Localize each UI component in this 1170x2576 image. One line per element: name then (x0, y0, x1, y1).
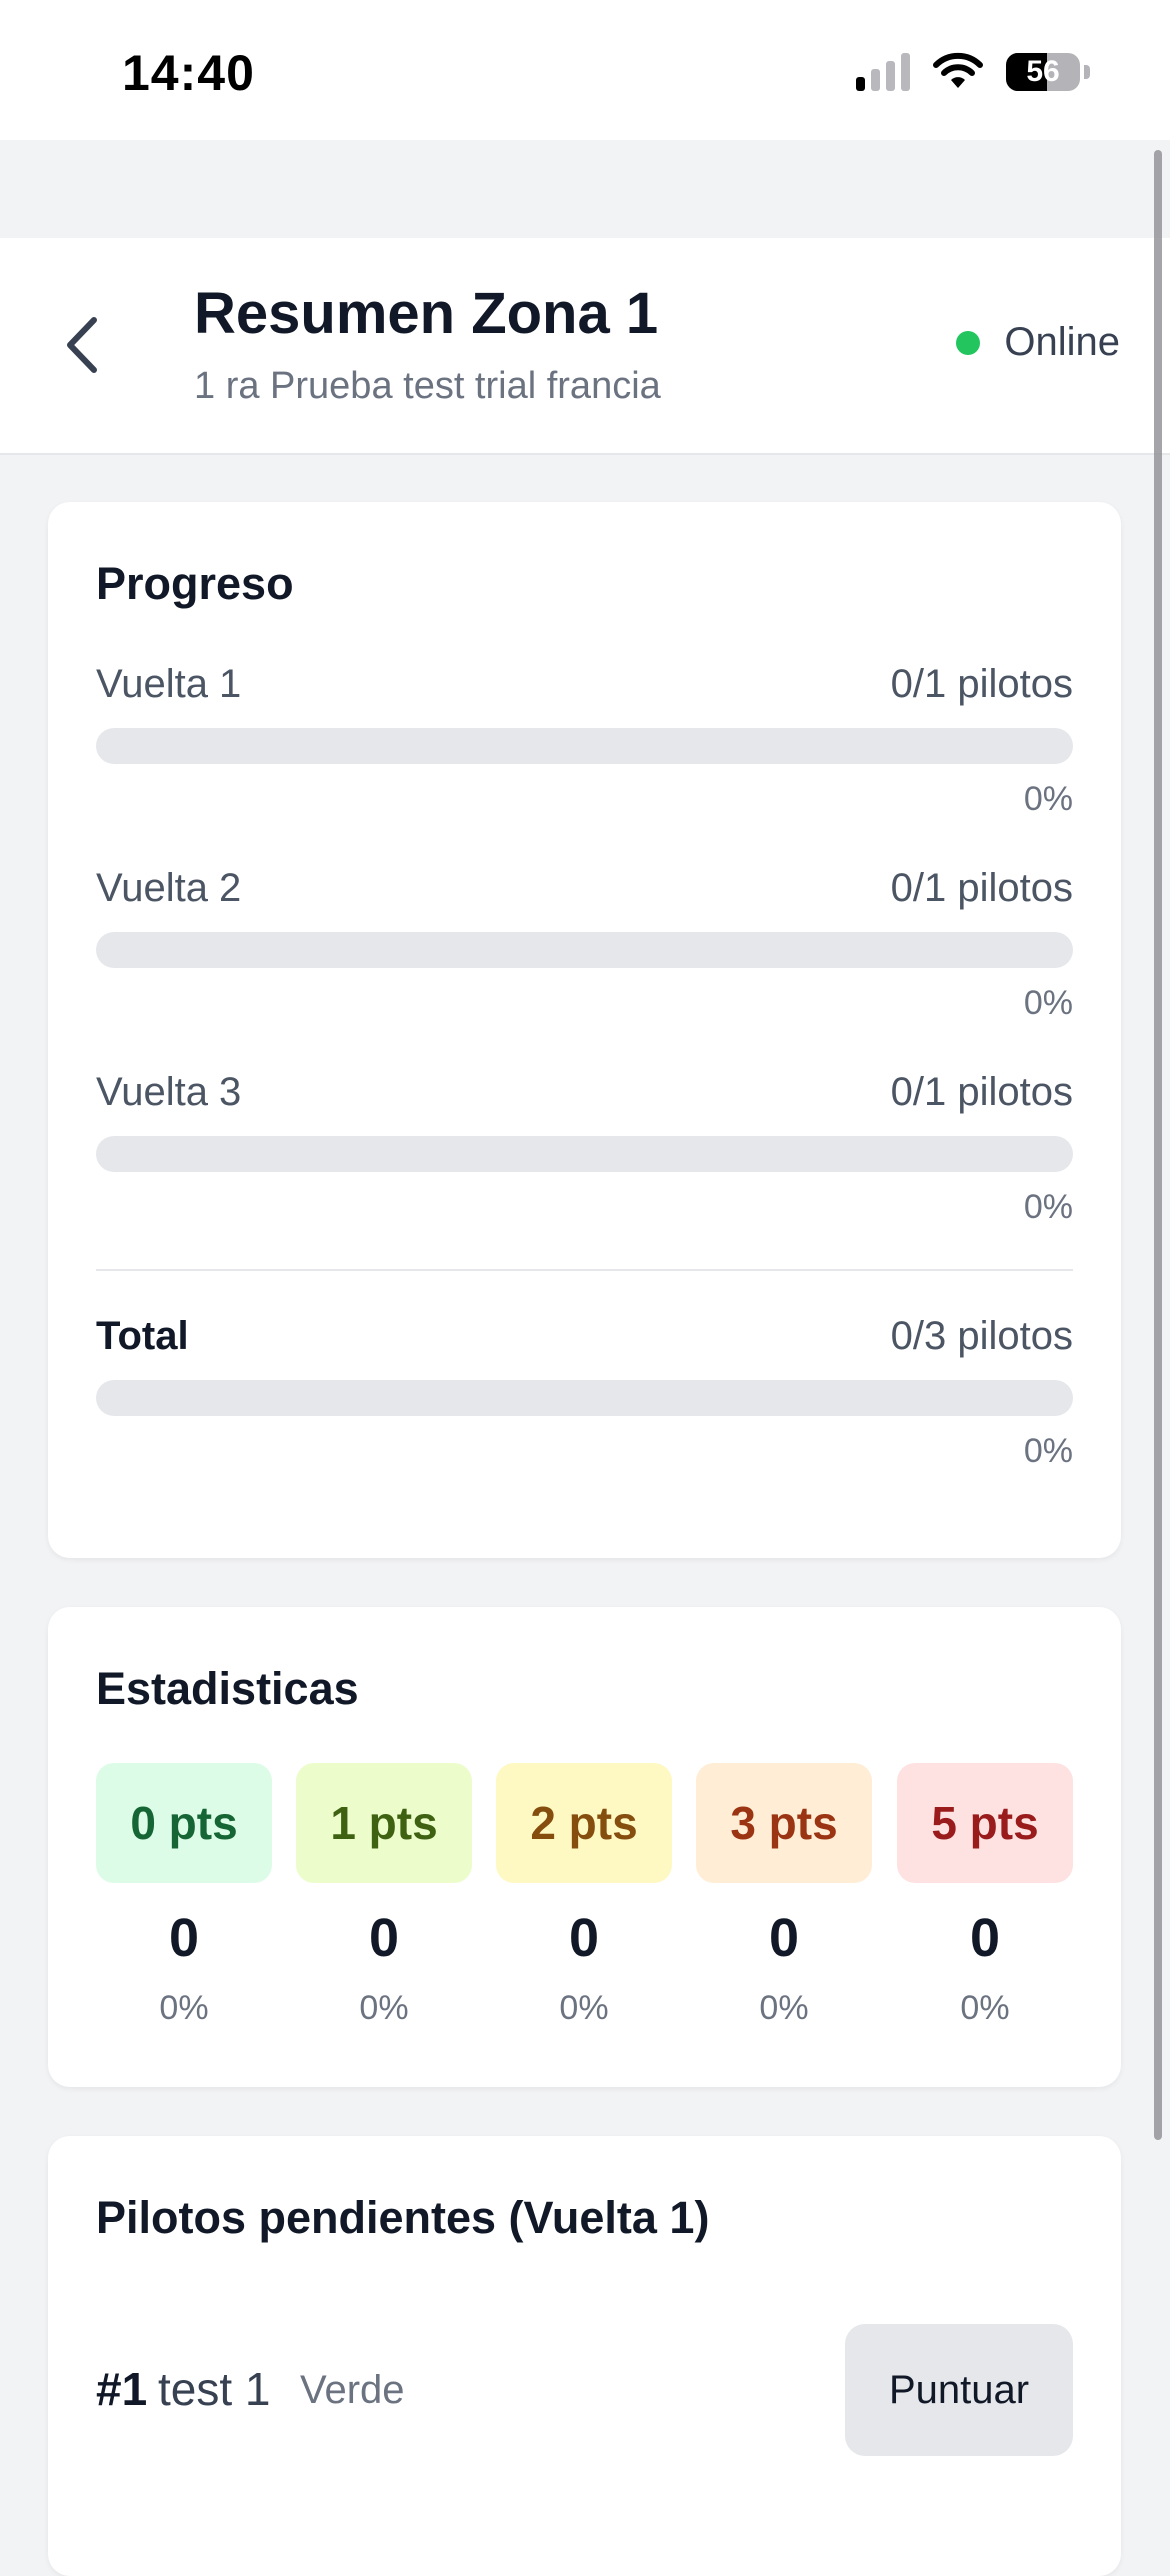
stat-badge: 2 pts (496, 1763, 672, 1883)
connection-status: Online (956, 320, 1120, 365)
divider (96, 1269, 1073, 1271)
pilot-number: #1 (96, 2363, 148, 2415)
status-bar: 14:40 56 (0, 0, 1170, 140)
stat-percent: 0% (159, 1989, 209, 2027)
pending-pilots-card: Pilotos pendientes (Vuelta 1) #1 test 1 … (48, 2136, 1121, 2576)
stat-column: 1 pts 0 0% (296, 1763, 472, 2028)
status-icons: 56 (856, 52, 1090, 92)
stat-badge: 1 pts (296, 1763, 472, 1883)
stat-count: 0 (368, 1908, 400, 1968)
wifi-icon (933, 52, 983, 88)
stat-percent: 0% (359, 1989, 409, 2027)
stat-column: 0 pts 0 0% (96, 1763, 272, 2028)
score-button[interactable]: Puntuar (845, 2324, 1073, 2456)
back-button[interactable] (58, 310, 108, 380)
total-progress-bar (96, 1380, 1073, 1416)
stat-count: 0 (768, 1908, 800, 1968)
progress-card: Progreso Vuelta 1 0/1 pilotos 0% Vuelta … (48, 502, 1121, 1558)
stat-count: 0 (568, 1908, 600, 1968)
chevron-left-icon (67, 317, 97, 373)
page-title: Resumen Zona 1 (194, 281, 659, 346)
lap-label: Vuelta 2 (96, 866, 242, 910)
stat-percent: 0% (759, 1989, 809, 2027)
lap-percent: 0% (1023, 984, 1073, 1022)
page-subtitle: 1 ra Prueba test trial francia (194, 365, 661, 407)
stat-column: 5 pts 0 0% (897, 1763, 1073, 2028)
stat-percent: 0% (559, 1989, 609, 2027)
lap-progress-bar (96, 932, 1073, 968)
stat-badge: 5 pts (897, 1763, 1073, 1883)
stat-column: 2 pts 0 0% (496, 1763, 672, 2028)
status-time: 14:40 (122, 45, 255, 101)
lap-progress-bar (96, 1136, 1073, 1172)
lap-count: 0/1 pilotos (890, 662, 1073, 706)
scrollbar[interactable] (1154, 150, 1162, 2140)
lap-count: 0/1 pilotos (890, 1070, 1073, 1114)
status-dot-icon (956, 330, 981, 355)
total-count: 0/3 pilotos (890, 1314, 1073, 1358)
lap-progress-bar (96, 728, 1073, 764)
total-percent: 0% (1023, 1432, 1073, 1470)
stat-badge: 3 pts (696, 1763, 872, 1883)
stat-count: 0 (969, 1908, 1001, 1968)
lap-percent: 0% (1023, 780, 1073, 818)
stat-column: 3 pts 0 0% (696, 1763, 872, 2028)
stats-card: Estadisticas 0 pts 0 0% 1 pts 0 0% 2 pts… (48, 1607, 1121, 2087)
lap-count: 0/1 pilotos (890, 866, 1073, 910)
stat-percent: 0% (960, 1989, 1010, 2027)
stats-title: Estadisticas (96, 1663, 359, 1714)
pilot-row: #1 test 1 Verde Puntuar (96, 2324, 1073, 2456)
stat-count: 0 (168, 1908, 200, 1968)
lap-label: Vuelta 1 (96, 662, 242, 706)
battery-level-text: 56 (1026, 55, 1060, 88)
connection-status-label: Online (1004, 320, 1120, 364)
lap-percent: 0% (1023, 1188, 1073, 1226)
battery-icon: 56 (1006, 53, 1080, 91)
pilot-name: test 1 (158, 2363, 271, 2415)
pending-title: Pilotos pendientes (Vuelta 1) (96, 2192, 710, 2243)
total-label: Total (96, 1314, 189, 1358)
stat-badge: 0 pts (96, 1763, 272, 1883)
battery-cap (1084, 65, 1090, 79)
lap-label: Vuelta 3 (96, 1070, 242, 1114)
progress-title: Progreso (96, 558, 294, 609)
cellular-signal-icon (856, 53, 910, 91)
pilot-category: Verde (300, 2368, 405, 2412)
